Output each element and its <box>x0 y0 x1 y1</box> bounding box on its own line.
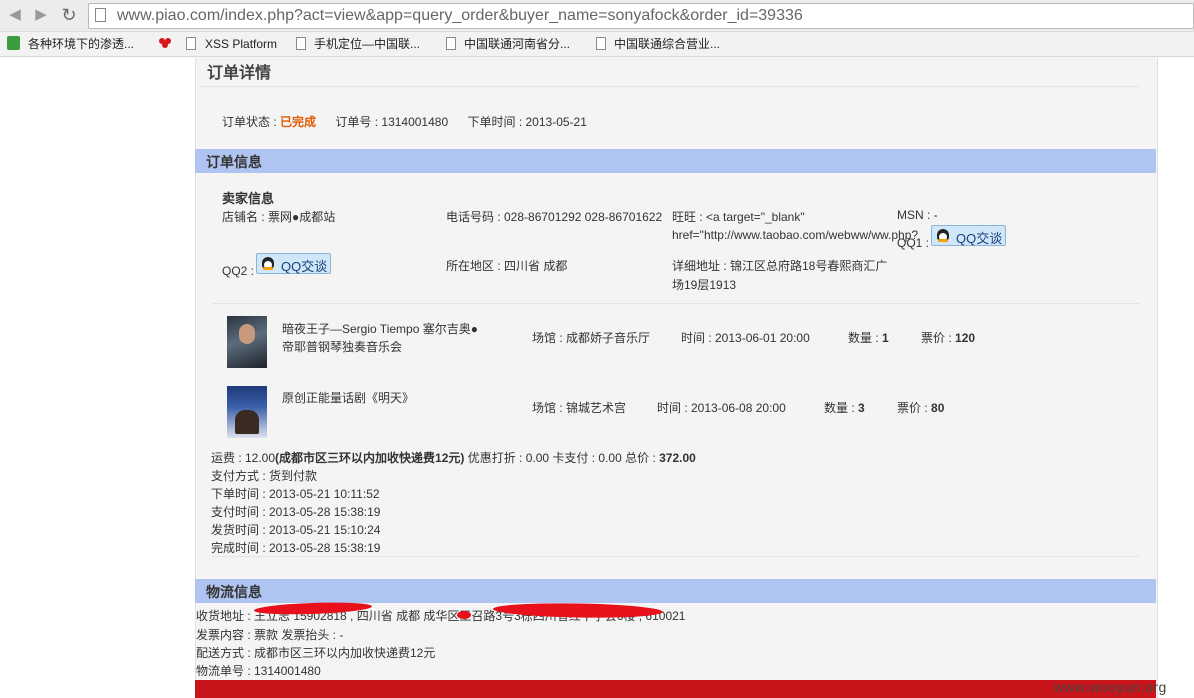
qq2-chat-button[interactable]: QQ交谈 <box>256 253 331 274</box>
price-value: 80 <box>931 401 945 415</box>
order-info-header: 订单信息 <box>195 149 1156 173</box>
price-label: 票价 : <box>897 401 928 415</box>
msn: MSN : - <box>897 208 938 222</box>
discounts: 优惠打折 : 0.00 卡支付 : 0.00 总价 : <box>464 451 660 465</box>
qq1-chat-button[interactable]: QQ交谈 <box>931 225 1006 246</box>
seller-region: 所在地区 : 四川省 成都 <box>446 259 568 273</box>
price-value: 120 <box>955 331 976 345</box>
url-field[interactable]: www.piao.com/index.php?act=view&app=quer… <box>88 3 1194 29</box>
page-icon <box>446 37 456 50</box>
wangwang-line2: href="http://www.taobao.com/webww/ww.php… <box>672 228 919 242</box>
qty-label: 数量 : <box>824 401 855 415</box>
bookmark-item[interactable]: XSS Platform <box>205 36 277 52</box>
logistics-heading: 物流信息 <box>206 584 262 600</box>
price-summary: 运费 : 12.00(成都市区三环以内加收快递费12元) 优惠打折 : 0.00… <box>211 449 696 466</box>
seller-address-line2: 场19层1913 <box>672 278 737 292</box>
item-name[interactable]: 原创正能量话剧《明天》 <box>282 389 414 406</box>
item-thumbnail[interactable] <box>227 386 267 438</box>
divider <box>200 86 1140 87</box>
seller-address-line1: 详细地址 : 锦江区总府路18号春熙商汇广 <box>672 259 888 273</box>
browser-chrome: ◀ ▶ ↻ www.piao.com/index.php?act=view&ap… <box>0 0 1194 58</box>
redaction-mark <box>457 611 471 619</box>
watermark: www.wooyun.org <box>1054 679 1167 695</box>
order-no-label: 订单号 : <box>335 115 379 129</box>
status-label: 订单状态 : <box>222 115 277 129</box>
divider <box>212 556 1140 557</box>
page-icon <box>95 8 106 22</box>
page-icon <box>596 37 606 50</box>
delivery-method: 配送方式 : 成都市区三环以内加收快递费12元 <box>196 646 436 660</box>
pay-time: 支付时间 : 2013-05-28 15:38:19 <box>211 505 381 519</box>
reload-icon[interactable]: ↻ <box>60 6 78 24</box>
bookmark-item[interactable]: 中国联通河南省分... <box>464 36 570 52</box>
order-no: 1314001480 <box>381 115 449 129</box>
price-label: 票价 : <box>921 331 952 345</box>
qty-label: 数量 : <box>848 331 879 345</box>
qq-penguin-icon <box>262 257 274 270</box>
finish-time: 完成时间 : 2013-05-28 15:38:19 <box>211 541 381 555</box>
item-venue: 场馆 : 成都娇子音乐厅 <box>532 331 651 345</box>
order-time-label: 下单时间 : <box>467 115 523 129</box>
qq-penguin-icon <box>937 229 949 242</box>
item-qty: 数量 : 1 <box>848 329 889 346</box>
forward-arrow-icon[interactable]: ▶ <box>32 6 50 24</box>
qq-button-label: QQ交谈 <box>956 231 1003 246</box>
bookmarks-bar: 各种环境下的渗透... XSS Platform 手机定位—中国联... 中国联… <box>0 32 1194 57</box>
qty-value: 3 <box>858 401 865 415</box>
status-row: 订单状态 : 已完成 订单号 : 1314001480 下单时间 : 2013-… <box>222 113 587 130</box>
item-qty: 数量 : 3 <box>824 399 865 416</box>
qq2-label: QQ2 : <box>222 264 255 278</box>
evernote-icon <box>7 36 20 50</box>
page-icon <box>296 37 306 50</box>
back-arrow-icon[interactable]: ◀ <box>6 6 24 24</box>
item-price: 票价 : 120 <box>921 329 975 346</box>
tracking-number: 物流单号 : 1314001480 <box>196 664 321 678</box>
footer-bar <box>195 680 1156 698</box>
pay-method: 支付方式 : 货到付款 <box>211 469 318 483</box>
ship-time: 发货时间 : 2013-05-21 15:10:24 <box>211 523 381 537</box>
total-price: 372.00 <box>659 451 696 465</box>
address-bar-row: ◀ ▶ ↻ www.piao.com/index.php?act=view&ap… <box>0 0 1194 32</box>
item-name[interactable]: 暗夜王子—Sergio Tiempo 塞尔吉奥● <box>282 320 478 337</box>
freight-note: (成都市区三环以内加收快递费12元) <box>275 451 465 465</box>
page-title: 订单详情 <box>207 65 272 82</box>
unicom-logo-icon <box>158 37 172 49</box>
item-time: 时间 : 2013-06-01 20:00 <box>681 331 810 345</box>
qq-button-label: QQ交谈 <box>281 259 328 274</box>
seller-phone: 电话号码 : 028-86701292 028-86701622 <box>446 210 663 224</box>
logistics-header: 物流信息 <box>195 579 1156 603</box>
page-icon <box>186 37 196 50</box>
freight: 运费 : 12.00 <box>211 451 276 465</box>
divider <box>212 303 1140 304</box>
wangwang-line1: 旺旺 : <a target="_blank" <box>672 210 805 224</box>
order-time: 2013-05-21 <box>525 115 587 129</box>
bookmark-item[interactable]: 各种环境下的渗透... <box>28 36 134 52</box>
bookmark-item[interactable]: 中国联通综合营业... <box>614 36 720 52</box>
invoice-info: 发票内容 : 票款 发票抬头 : - <box>196 628 344 642</box>
item-name-cont[interactable]: 帝耶普钢琴独奏音乐会 <box>282 338 402 355</box>
seller-heading: 卖家信息 <box>222 191 275 206</box>
order-time-full: 下单时间 : 2013-05-21 10:11:52 <box>211 487 380 501</box>
item-venue: 场馆 : 锦城艺术宫 <box>532 401 627 415</box>
status-value: 已完成 <box>280 115 317 129</box>
order-info-heading: 订单信息 <box>206 154 262 170</box>
url-text[interactable]: www.piao.com/index.php?act=view&app=quer… <box>117 6 803 26</box>
item-time: 时间 : 2013-06-08 20:00 <box>657 401 786 415</box>
qty-value: 1 <box>882 331 889 345</box>
qq1-label: QQ1 : <box>897 236 930 250</box>
item-price: 票价 : 80 <box>897 399 944 416</box>
shop-name: 店铺名 : 票网●成都站 <box>222 210 336 224</box>
item-thumbnail[interactable] <box>227 316 267 368</box>
bookmark-item[interactable]: 手机定位—中国联... <box>314 36 420 52</box>
